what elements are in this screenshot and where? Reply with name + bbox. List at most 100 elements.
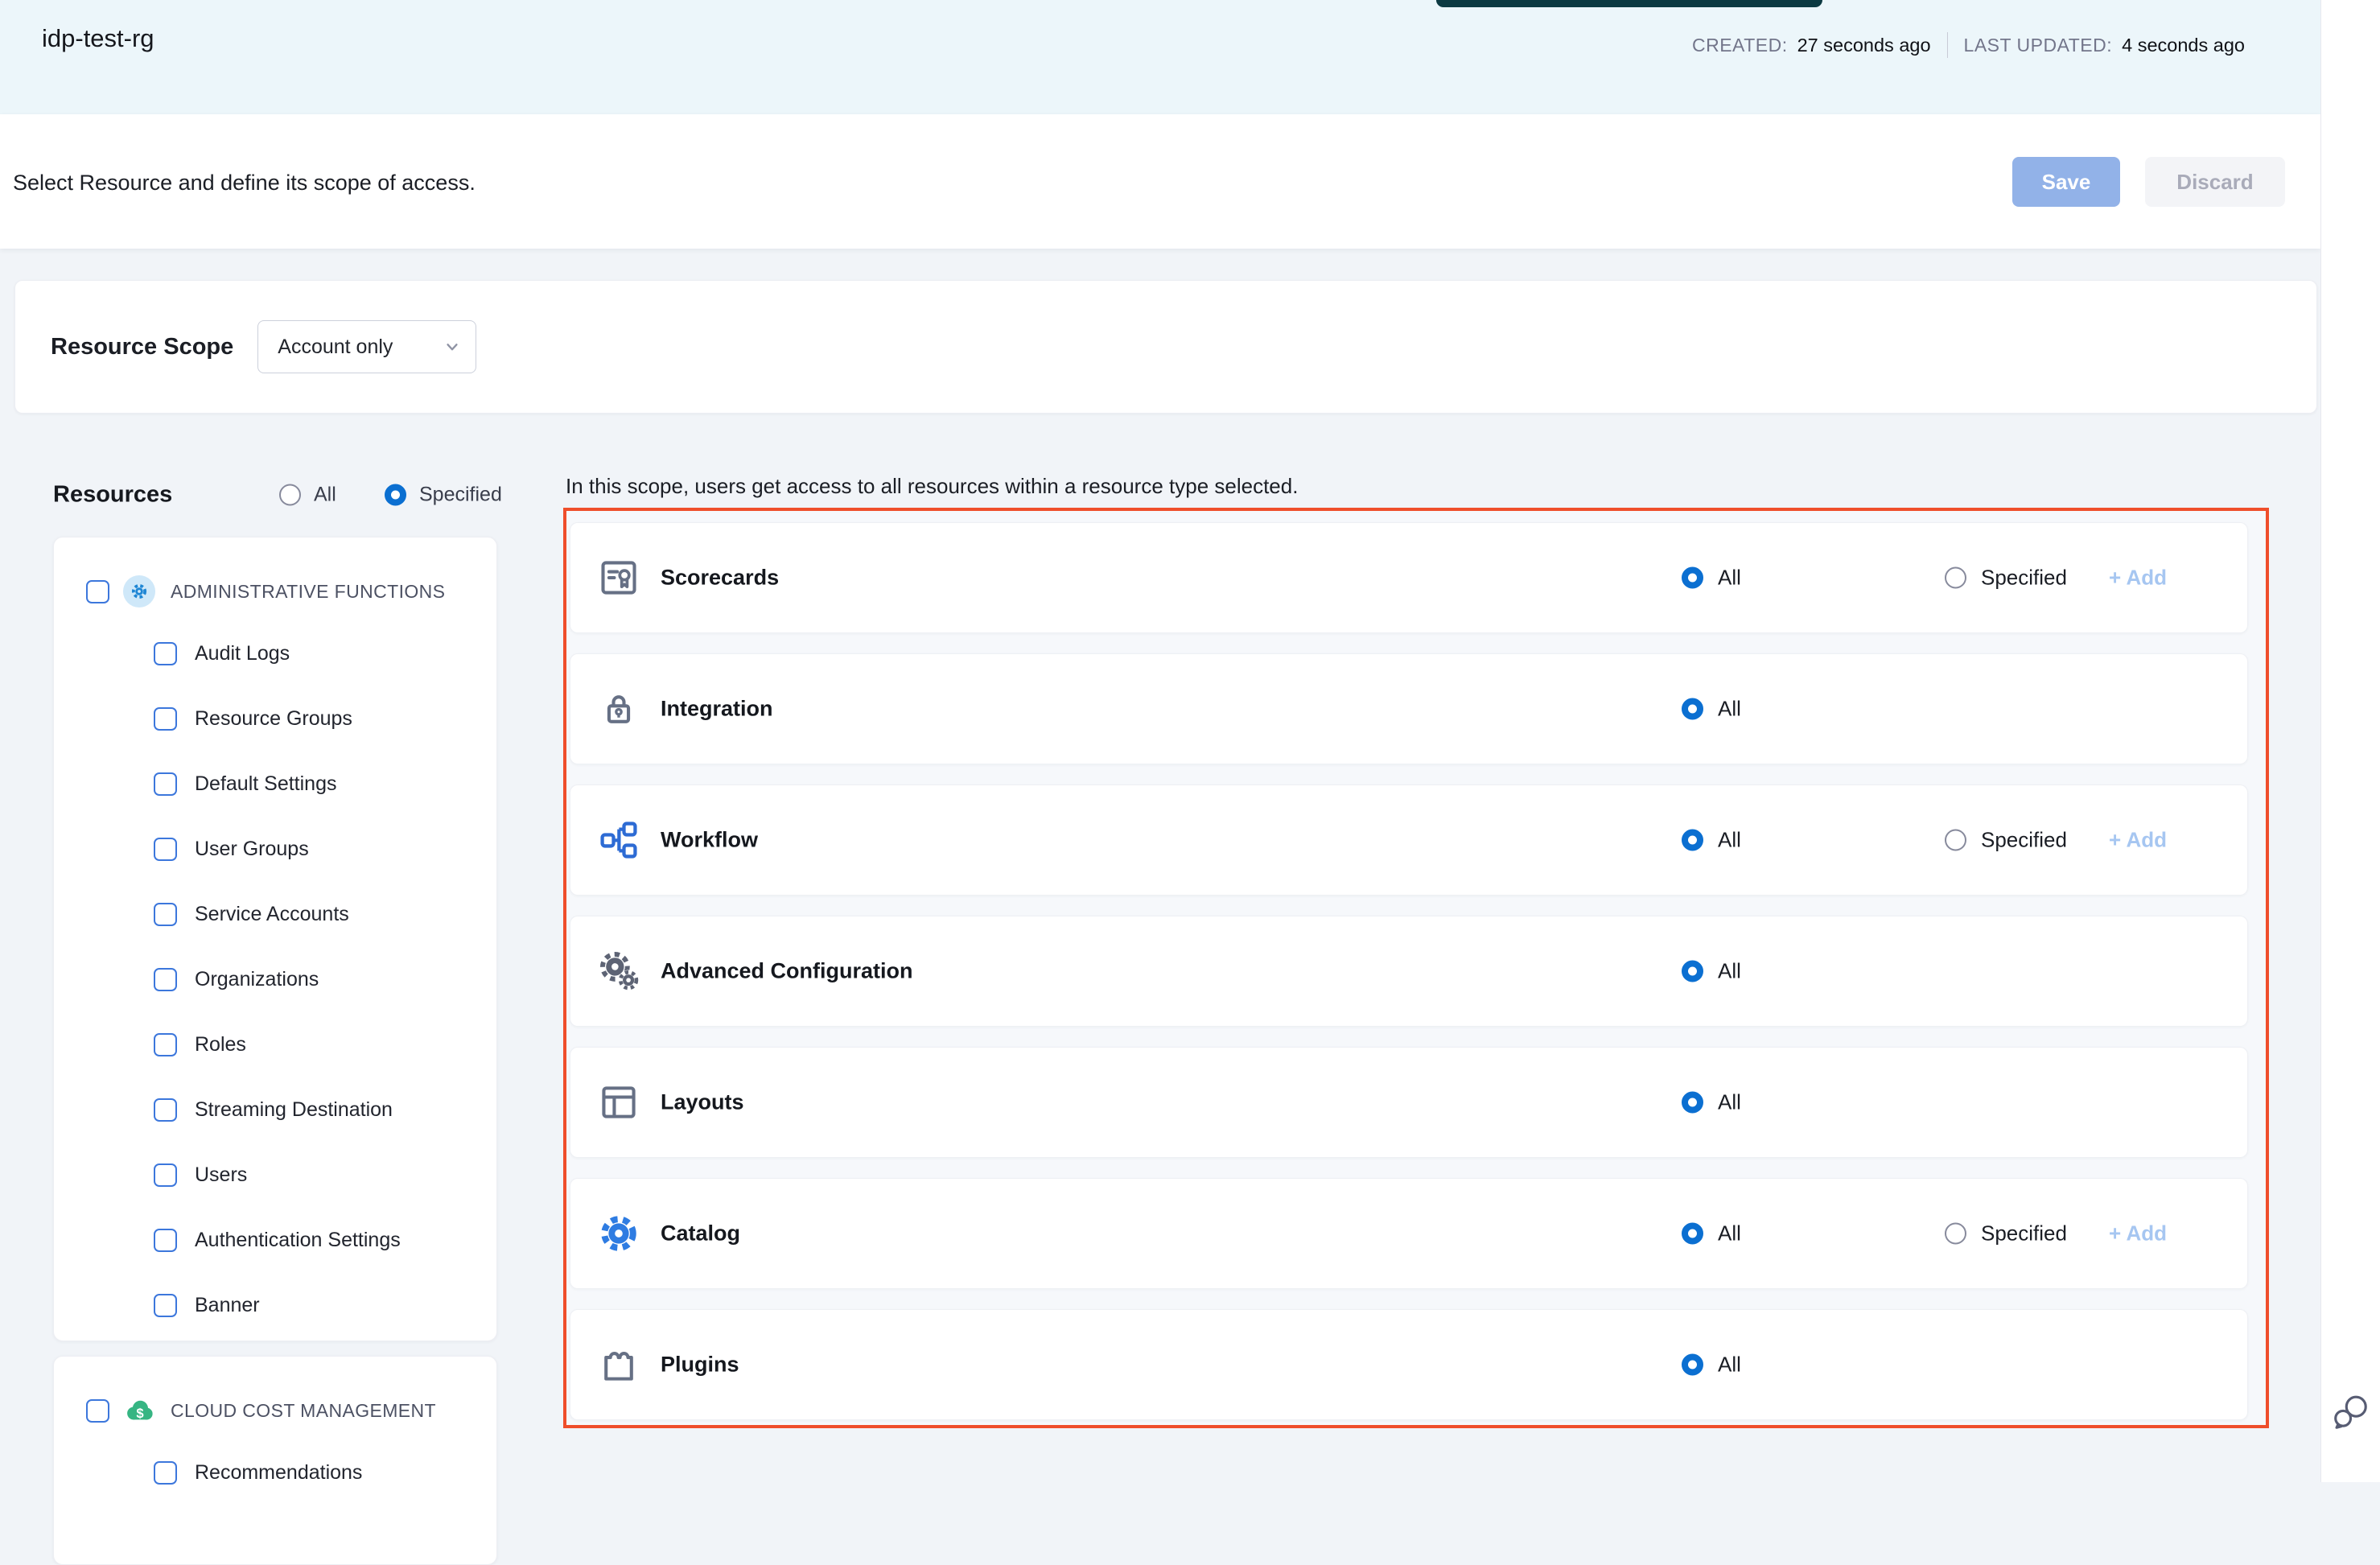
radio-all[interactable]: All — [1682, 697, 1741, 722]
main-content: Resource Scope Account only Resources Al… — [0, 249, 2320, 1482]
resource-group-card: ADMINISTRATIVE FUNCTIONS Audit Logs Reso… — [53, 537, 497, 1341]
radio-icon[interactable] — [1682, 1354, 1703, 1376]
radio-all[interactable]: All — [1682, 566, 1741, 591]
scope-description: In this scope, users get access to all r… — [566, 474, 1298, 499]
chevron-down-icon — [442, 336, 463, 357]
plugins-puzzle-icon — [598, 1344, 640, 1386]
resource-list-item: Recommendations — [54, 1440, 496, 1505]
item-checkbox[interactable] — [154, 1294, 177, 1317]
radio-specified[interactable]: Specified — [1945, 828, 2067, 853]
item-checkbox[interactable] — [154, 903, 177, 926]
radio-all[interactable]: All — [1682, 959, 1741, 984]
catalog-gear-icon — [598, 1213, 640, 1254]
radio-all[interactable]: All — [1682, 1221, 1741, 1246]
item-label: Resource Groups — [195, 707, 352, 731]
discard-button[interactable]: Discard — [2145, 157, 2285, 207]
resource-type-label: Workflow — [661, 828, 758, 853]
resource-list-item: Authentication Settings — [54, 1208, 496, 1273]
workflow-icon — [598, 819, 640, 861]
radio-icon[interactable] — [1945, 1223, 1966, 1245]
updated-timestamp: LAST UPDATED: 4 seconds ago — [1964, 35, 2245, 56]
radio-icon[interactable] — [279, 484, 301, 506]
radio-specified[interactable]: Specified — [1945, 566, 2067, 591]
item-label: Authentication Settings — [195, 1229, 401, 1252]
add-button[interactable]: + Add — [2109, 566, 2167, 591]
scope-row: Workflow All Specified + Add — [570, 785, 2248, 896]
item-label: Streaming Destination — [195, 1098, 393, 1122]
resource-type-label: Layouts — [661, 1090, 744, 1115]
item-label: Audit Logs — [195, 642, 290, 665]
group-label: ADMINISTRATIVE FUNCTIONS — [171, 581, 445, 603]
radio-icon[interactable] — [1682, 1223, 1703, 1245]
item-checkbox[interactable] — [154, 707, 177, 731]
item-checkbox[interactable] — [154, 772, 177, 796]
resources-radio-all[interactable]: All — [279, 484, 336, 507]
resource-scope-value: Account only — [278, 336, 393, 359]
group-header: $ CLOUD COST MANAGEMENT — [54, 1357, 496, 1440]
resources-header: Resources All Specified — [53, 476, 552, 514]
radio-icon[interactable] — [1945, 830, 1966, 851]
resource-list-item: Service Accounts — [54, 882, 496, 947]
item-checkbox[interactable] — [154, 1163, 177, 1187]
right-utility-strip — [2320, 0, 2380, 1482]
timestamp-divider — [1947, 32, 1948, 58]
resource-scope-card: Resource Scope Account only — [14, 280, 2317, 414]
lock-icon — [598, 688, 640, 730]
resource-types-panel: Scorecards All Specified + Add Integrati… — [563, 508, 2269, 1428]
radio-icon[interactable] — [1682, 961, 1703, 982]
group-checkbox[interactable] — [86, 580, 109, 603]
add-button[interactable]: + Add — [2109, 828, 2167, 853]
resource-list-item: User Groups — [54, 817, 496, 882]
save-button[interactable]: Save — [2012, 157, 2120, 207]
resource-group-card: $ CLOUD COST MANAGEMENT Recommendations — [53, 1356, 497, 1565]
resource-list-item: Banner — [54, 1273, 496, 1338]
top-header-band: idp-test-rg CREATED: 27 seconds ago LAST… — [0, 0, 2320, 114]
radio-all[interactable]: All — [1682, 828, 1741, 853]
item-label: Banner — [195, 1294, 260, 1317]
item-checkbox[interactable] — [154, 1461, 177, 1485]
scope-row: Integration All — [570, 653, 2248, 764]
timestamps: CREATED: 27 seconds ago LAST UPDATED: 4 … — [1692, 32, 2245, 58]
resource-list-item: Roles — [54, 1012, 496, 1077]
resource-scope-label: Resource Scope — [51, 334, 233, 360]
dollar-glyph: $ — [136, 1406, 143, 1421]
item-checkbox[interactable] — [154, 1033, 177, 1056]
page-title: idp-test-rg — [42, 24, 154, 53]
radio-icon[interactable] — [1945, 567, 1966, 589]
resources-radio-specified[interactable]: Specified — [385, 484, 502, 507]
cloud-cost-icon: $ — [122, 1394, 156, 1427]
resource-list-item: Default Settings — [54, 752, 496, 817]
radio-icon[interactable] — [1682, 830, 1703, 851]
group-items: Audit Logs Resource Groups Default Setti… — [54, 621, 496, 1338]
radio-all[interactable]: All — [1682, 1090, 1741, 1115]
radio-icon[interactable] — [1682, 698, 1703, 720]
radio-specified[interactable]: Specified — [1945, 1221, 2067, 1246]
support-chat-button[interactable] — [2331, 1392, 2371, 1434]
scope-row: Scorecards All Specified + Add — [570, 522, 2248, 633]
resource-type-label: Catalog — [661, 1221, 740, 1246]
resource-list-item: Audit Logs — [54, 621, 496, 686]
item-label: Roles — [195, 1033, 246, 1056]
radio-all[interactable]: All — [1682, 1353, 1741, 1378]
administrative-functions-icon — [122, 575, 156, 608]
item-checkbox[interactable] — [154, 1098, 177, 1122]
group-checkbox[interactable] — [86, 1399, 109, 1423]
radio-icon[interactable] — [1682, 1092, 1703, 1114]
radio-icon[interactable] — [1682, 567, 1703, 589]
radio-icon[interactable] — [385, 484, 406, 506]
scope-row: Layouts All — [570, 1047, 2248, 1158]
item-label: Default Settings — [195, 772, 337, 796]
item-checkbox[interactable] — [154, 1229, 177, 1252]
resource-type-label: Scorecards — [661, 566, 779, 591]
group-header: ADMINISTRATIVE FUNCTIONS — [54, 537, 496, 621]
item-label: Users — [195, 1163, 247, 1187]
resource-list-item: Resource Groups — [54, 686, 496, 752]
item-checkbox[interactable] — [154, 968, 177, 991]
item-checkbox[interactable] — [154, 642, 177, 665]
resource-scope-select[interactable]: Account only — [257, 320, 476, 373]
add-button[interactable]: + Add — [2109, 1221, 2167, 1246]
scope-row: Advanced Configuration All — [570, 916, 2248, 1027]
item-checkbox[interactable] — [154, 838, 177, 861]
scope-row: Catalog All Specified + Add — [570, 1178, 2248, 1289]
created-timestamp: CREATED: 27 seconds ago — [1692, 35, 1931, 56]
